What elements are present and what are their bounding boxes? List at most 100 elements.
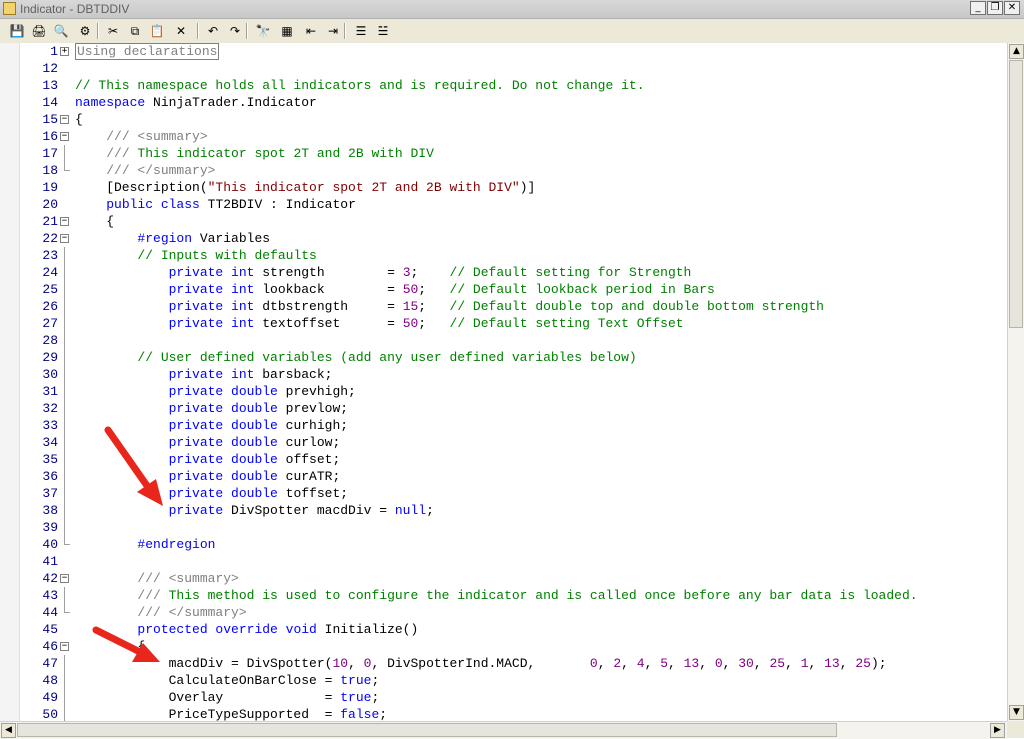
copy-button[interactable]: ⧉ [126, 22, 144, 40]
collapse-region-icon[interactable]: − [60, 132, 69, 141]
code-text: private int textoffset = 50; // Default … [75, 315, 684, 332]
code-token: ; [418, 299, 450, 314]
collapse-region-icon[interactable]: − [60, 217, 69, 226]
code-line[interactable]: 50 PriceTypeSupported = false; [0, 706, 1007, 721]
code-line[interactable]: 42− /// <summary> [0, 570, 1007, 587]
code-text: #region Variables [75, 230, 270, 247]
code-line[interactable]: 21− { [0, 213, 1007, 230]
code-line[interactable]: 16− /// <summary> [0, 128, 1007, 145]
outdent-button[interactable]: ⇤ [302, 22, 320, 40]
horizontal-scroll-thumb[interactable] [17, 723, 837, 737]
save-button[interactable]: 💾 [8, 22, 26, 40]
code-line[interactable]: 44 /// </summary> [0, 604, 1007, 621]
code-line[interactable]: 40 #endregion [0, 536, 1007, 553]
code-line[interactable]: 49 Overlay = true; [0, 689, 1007, 706]
code-line[interactable]: 32 private double prevlow; [0, 400, 1007, 417]
line-number: 23 [42, 248, 58, 263]
code-line[interactable]: 22− #region Variables [0, 230, 1007, 247]
code-line[interactable]: 43 /// This method is used to configure … [0, 587, 1007, 604]
paste-button[interactable]: 📋 [148, 22, 166, 40]
expand-region-icon[interactable]: + [60, 47, 69, 56]
code-line[interactable]: 18 /// </summary> [0, 162, 1007, 179]
code-line[interactable]: 35 private double offset; [0, 451, 1007, 468]
line-number: 46 [42, 639, 58, 654]
code-line[interactable]: 30 private int barsback; [0, 366, 1007, 383]
uncomment-button[interactable]: ☱ [374, 22, 392, 40]
code-line[interactable]: 38 private DivSpotter macdDiv = null; [0, 502, 1007, 519]
scroll-up-button[interactable]: ▲ [1009, 44, 1024, 59]
code-line[interactable]: 19 [Description("This indicator spot 2T … [0, 179, 1007, 196]
code-token: textoffset = [254, 316, 403, 331]
print-button[interactable]: 🖨 [30, 22, 48, 40]
code-line[interactable]: 1 + Using declarations [0, 43, 1007, 60]
fold-guide [64, 587, 65, 604]
comment-button[interactable]: ☰ [352, 22, 370, 40]
code-text: // This namespace holds all indicators a… [75, 77, 645, 94]
code-line[interactable]: 48 CalculateOnBarClose = true; [0, 672, 1007, 689]
maximize-button[interactable]: ❐ [987, 1, 1003, 15]
compile-button[interactable]: ⚙ [76, 22, 94, 40]
code-line[interactable]: 41 [0, 553, 1007, 570]
code-text: /// This indicator spot 2T and 2B with D… [75, 145, 434, 162]
collapsed-region-label[interactable]: Using declarations [75, 43, 220, 60]
delete-button[interactable]: ✕ [172, 22, 190, 40]
code-line[interactable]: 15−{ [0, 111, 1007, 128]
undo-button[interactable]: ↶ [204, 22, 222, 40]
code-line[interactable]: 13 // This namespace holds all indicators… [0, 77, 1007, 94]
code-line[interactable]: 37 private double toffset; [0, 485, 1007, 502]
vertical-scroll-thumb[interactable] [1009, 60, 1023, 328]
code-line[interactable]: 25 private int lookback = 50; // Default… [0, 281, 1007, 298]
code-token: private double [168, 435, 278, 450]
code-editor[interactable]: 1 + Using declarations 12 13// This namespac… [0, 43, 1007, 721]
code-line[interactable]: 26 private int dtbstrength = 15; // Defa… [0, 298, 1007, 315]
code-token: true [340, 673, 372, 688]
title-bar[interactable]: Indicator - DBTDDIV _ ❐ ✕ [0, 0, 1024, 19]
find-replace-button[interactable]: ▦ [278, 22, 296, 40]
redo-button[interactable]: ↷ [226, 22, 244, 40]
code-line[interactable]: 33 private double curhigh; [0, 417, 1007, 434]
code-line[interactable]: 27 private int textoffset = 50; // Defau… [0, 315, 1007, 332]
code-line[interactable]: 36 private double curATR; [0, 468, 1007, 485]
collapse-region-icon[interactable]: − [60, 642, 69, 651]
indent-button[interactable]: ⇥ [324, 22, 342, 40]
cut-button[interactable]: ✂ [104, 22, 122, 40]
code-text: private DivSpotter macdDiv = null; [75, 502, 434, 519]
code-token: /// </summary> [106, 163, 216, 178]
collapse-region-icon[interactable]: − [60, 234, 69, 243]
code-text: private double prevlow; [75, 400, 348, 417]
scroll-right-button[interactable]: ▶ [990, 723, 1005, 738]
collapse-region-icon[interactable]: − [60, 115, 69, 124]
code-line[interactable]: 12 [0, 60, 1007, 77]
minimize-button[interactable]: _ [970, 1, 986, 15]
close-button[interactable]: ✕ [1004, 1, 1020, 15]
code-line[interactable]: 23 // Inputs with defaults [0, 247, 1007, 264]
line-number: 35 [42, 452, 58, 467]
collapse-region-icon[interactable]: − [60, 574, 69, 583]
code-line[interactable]: 28 [0, 332, 1007, 349]
code-line[interactable]: 14 namespace NinjaTrader.Indicator [0, 94, 1007, 111]
code-token: /// <summary> [106, 129, 208, 144]
scroll-left-button[interactable]: ◀ [1, 723, 16, 738]
code-line[interactable]: 29 // User defined variables (add any us… [0, 349, 1007, 366]
horizontal-scrollbar[interactable]: ◀ ▶ [0, 721, 1007, 739]
vertical-scrollbar[interactable]: ▲ ▼ [1007, 43, 1024, 721]
find-button[interactable]: 🔭 [254, 22, 272, 40]
print-preview-button[interactable]: 🔍 [52, 22, 70, 40]
code-line[interactable]: 39 [0, 519, 1007, 536]
code-line[interactable]: 47 macdDiv = DivSpotter(10, 0, DivSpotte… [0, 655, 1007, 672]
fold-guide-end [64, 612, 70, 613]
code-line[interactable]: 34 private double curlow; [0, 434, 1007, 451]
code-line[interactable]: 46− { [0, 638, 1007, 655]
code-token: true [340, 690, 372, 705]
code-token: 30 [738, 656, 754, 671]
scroll-down-button[interactable]: ▼ [1009, 705, 1024, 720]
code-line[interactable]: 45 protected override void Initialize() [0, 621, 1007, 638]
code-line[interactable]: 20 public class TT2BDIV : Indicator [0, 196, 1007, 213]
code-text: // User defined variables (add any user … [75, 349, 636, 366]
code-line[interactable]: 24 private int strength = 3; // Default … [0, 264, 1007, 281]
code-line[interactable]: 17 /// This indicator spot 2T and 2B wit… [0, 145, 1007, 162]
code-line[interactable]: 31 private double prevhigh; [0, 383, 1007, 400]
code-text: private int dtbstrength = 15; // Default… [75, 298, 824, 315]
line-number: 31 [42, 384, 58, 399]
